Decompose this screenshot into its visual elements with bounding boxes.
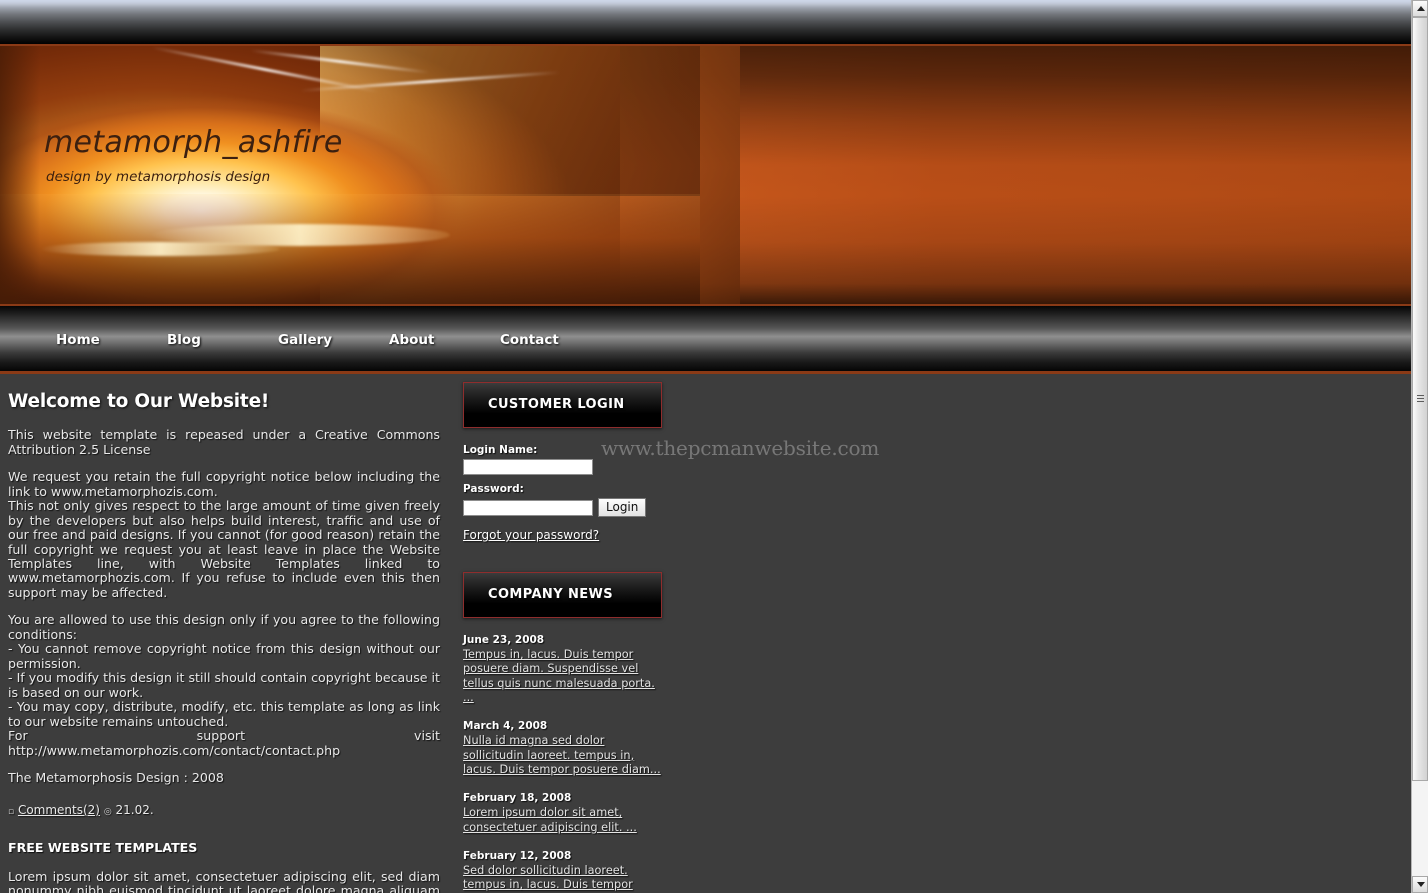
password-row: Password: Login <box>463 483 663 517</box>
news-date: March 4, 2008 <box>463 720 548 733</box>
site-banner: metamorph_ashfire design by metamorphosi… <box>0 44 1411 306</box>
road-light-trail <box>40 242 280 256</box>
clock-icon: ◎ <box>103 806 112 817</box>
condition-3: - You may copy, distribute, modify, etc.… <box>8 699 440 729</box>
conditions-intro: You are allowed to use this design only … <box>8 612 440 642</box>
scrollbar-thumb[interactable] <box>1412 17 1428 781</box>
nav-item-about[interactable]: About <box>389 329 500 348</box>
password-input[interactable] <box>463 499 593 516</box>
site-title: metamorph_ashfire <box>44 125 343 160</box>
content-sidebar: CUSTOMER LOGIN Login Name: Password: Log… <box>463 382 663 893</box>
news-item: February 18, 2008 Lorem ipsum dolor sit … <box>463 792 663 835</box>
website-page: metamorph_ashfire design by metamorphosi… <box>0 44 1411 893</box>
main-navigation: Home Blog Gallery About Contact <box>0 306 1411 374</box>
news-date: June 23, 2008 <box>463 634 545 646</box>
nav-item-home[interactable]: Home <box>56 329 167 348</box>
news-item: February 12, 2008 Sed dolor sollicitudin… <box>463 850 663 893</box>
password-label: Password: <box>463 483 524 495</box>
news-link[interactable]: Nulla id magna sed dolor sollicitudin la… <box>463 734 663 777</box>
scrollbar-track[interactable] <box>1412 17 1428 876</box>
news-item: March 4, 2008 Nulla id magna sed dolor s… <box>463 720 663 777</box>
nav-link-home[interactable]: Home <box>56 332 167 348</box>
nav-link-gallery[interactable]: Gallery <box>278 332 389 348</box>
browser-viewport: metamorph_ashfire design by metamorphosi… <box>0 0 1411 893</box>
chevron-down-icon <box>1417 882 1425 887</box>
news-date: February 12, 2008 <box>463 850 572 863</box>
news-item: June 23, 2008 Tempus in, lacus. Duis tem… <box>463 634 663 705</box>
customer-login-form: Login Name: Password: Login Forgot your … <box>463 444 663 542</box>
browser-chrome-strip <box>0 0 1411 44</box>
banner-text-block: metamorph_ashfire design by metamorphosi… <box>44 125 343 186</box>
design-credit-line: The Metamorphosis Design : 2008 <box>8 770 224 786</box>
login-name-input[interactable] <box>463 459 593 475</box>
scrollbar-grip-icon <box>1417 395 1424 403</box>
forgot-password-link[interactable]: Forgot your password? <box>463 528 599 542</box>
scroll-down-button[interactable] <box>1412 876 1428 893</box>
copyright-detail-paragraph: This not only gives respect to the large… <box>8 498 440 600</box>
content-main-column: Welcome to Our Website! This website tem… <box>8 391 440 893</box>
company-news-panel: COMPANY NEWS June 23, 2008 Tempus in, la… <box>463 572 663 893</box>
nav-item-gallery[interactable]: Gallery <box>278 329 389 348</box>
scroll-up-button[interactable] <box>1412 0 1428 17</box>
support-line: For support visit http://www.metamorphoz… <box>8 728 440 758</box>
section-subtitle: FREE WEBSITE TEMPLATES <box>8 840 198 856</box>
nav-link-blog[interactable]: Blog <box>167 332 278 348</box>
comments-link[interactable]: Comments(2) <box>18 803 100 817</box>
post-time: 21.02. <box>115 802 154 817</box>
news-link[interactable]: Sed dolor sollicitudin laoreet. tempus i… <box>463 864 663 893</box>
company-news-title: COMPANY NEWS <box>488 587 614 602</box>
vertical-scrollbar[interactable] <box>1411 0 1428 893</box>
body-paragraph-1: Lorem ipsum dolor sit amet, consectetuer… <box>8 868 440 893</box>
nav-list: Home Blog Gallery About Contact <box>56 306 611 371</box>
nav-item-blog[interactable]: Blog <box>167 329 278 348</box>
copyright-request-paragraph: We request you retain the full copyright… <box>8 469 440 499</box>
company-news-header: COMPANY NEWS <box>463 572 662 618</box>
bullet-square-icon: ▫ <box>8 806 15 817</box>
news-link[interactable]: Tempus in, lacus. Duis tempor posuere di… <box>463 648 663 705</box>
condition-2: - If you modify this design it still sho… <box>8 670 440 700</box>
nav-item-contact[interactable]: Contact <box>500 329 611 348</box>
nav-link-about[interactable]: About <box>389 332 500 348</box>
intro-paragraph: This website template is repeased under … <box>8 427 440 457</box>
page-content: Welcome to Our Website! This website tem… <box>0 374 1411 893</box>
chevron-up-icon <box>1417 6 1425 11</box>
post-meta: ▫ Comments(2) ◎ 21.02. <box>8 802 440 818</box>
nav-link-contact[interactable]: Contact <box>500 332 611 348</box>
customer-login-header: CUSTOMER LOGIN <box>463 382 662 428</box>
condition-1: - You cannot remove copyright notice fro… <box>8 641 440 671</box>
news-link[interactable]: Lorem ipsum dolor sit amet, consectetuer… <box>463 806 663 835</box>
site-subtitle: design by metamorphosis design <box>46 169 271 185</box>
login-button[interactable]: Login <box>598 498 647 517</box>
login-name-label: Login Name: <box>463 444 538 456</box>
news-date: February 18, 2008 <box>463 792 572 805</box>
page-title: Welcome to Our Website! <box>8 391 270 412</box>
customer-login-title: CUSTOMER LOGIN <box>488 397 625 412</box>
company-news-list: June 23, 2008 Tempus in, lacus. Duis tem… <box>463 634 663 893</box>
customer-login-panel: CUSTOMER LOGIN Login Name: Password: Log… <box>463 382 663 542</box>
banner-left-shade <box>0 46 40 304</box>
